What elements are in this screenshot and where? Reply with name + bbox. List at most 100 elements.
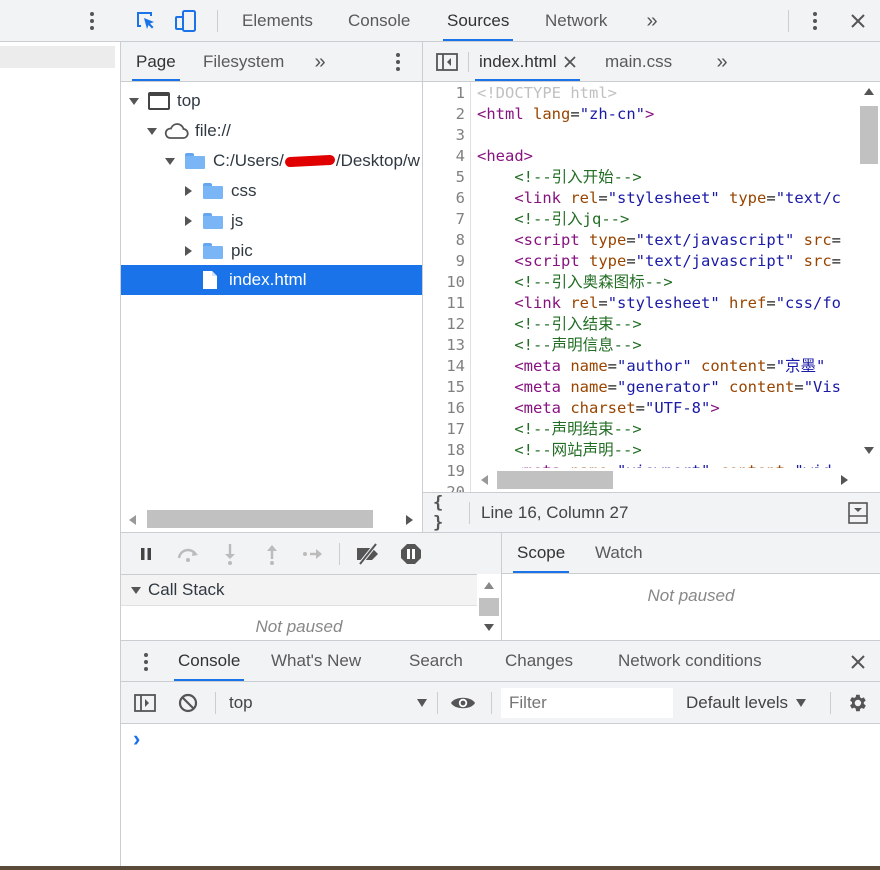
line-number[interactable]: 15 [423,377,465,398]
line-number[interactable]: 10 [423,272,465,293]
code-line[interactable]: <meta charset="UTF-8"> [477,398,719,419]
tree-item-folder[interactable]: pic [121,236,421,266]
clear-console-icon[interactable] [177,692,199,714]
step-out-icon[interactable] [261,542,283,566]
drawer-tab-console[interactable]: Console [173,641,245,681]
line-number[interactable]: 18 [423,440,465,461]
scroll-right-icon[interactable] [841,475,848,485]
line-number[interactable]: 12 [423,314,465,335]
line-number[interactable]: 11 [423,293,465,314]
line-number[interactable]: 5 [423,167,465,188]
pretty-print-icon[interactable]: { } [433,493,461,532]
scroll-down-icon[interactable] [484,624,494,631]
line-number[interactable]: 20 [423,482,465,492]
line-number[interactable]: 14 [423,356,465,377]
tab-console[interactable]: Console [348,0,410,41]
step-over-icon[interactable] [175,544,203,564]
code-line[interactable]: <!--网站声明--> [477,440,641,461]
deactivate-breakpoints-icon[interactable] [353,542,383,566]
line-number[interactable]: 6 [423,188,465,209]
close-tab-icon[interactable] [564,55,577,68]
code-line[interactable]: <!--引入结束--> [477,314,641,335]
more-tabs-icon[interactable]: » [711,51,733,73]
code-line[interactable]: <script type="text/javascript" src= [477,251,841,272]
toggle-navigator-icon[interactable] [435,51,459,73]
close-drawer-icon[interactable] [847,651,869,673]
code-line[interactable]: <!--引入奥森图标--> [477,272,672,293]
more-tabs-icon[interactable]: » [641,10,663,32]
drawer-menu-icon[interactable] [139,651,153,673]
scroll-up-icon[interactable] [864,88,874,95]
tab-sources[interactable]: Sources [442,0,514,41]
editor-tab-main-css[interactable]: main.css [605,42,672,81]
gear-icon[interactable] [845,691,869,715]
show-sidebar-icon[interactable] [133,692,157,714]
sidebar-vscrollbar[interactable] [477,574,501,640]
tree-item-top[interactable]: top [121,86,421,116]
scroll-left-icon[interactable] [481,475,488,485]
scroll-left-icon[interactable] [129,515,136,525]
editor-vscrollbar[interactable] [859,82,880,462]
code-line[interactable]: <!--声明信息--> [477,335,641,356]
tree-item-file-selected[interactable]: index.html [121,265,422,295]
scroll-right-icon[interactable] [406,515,413,525]
drawer-tab-whats-new[interactable]: What's New [271,641,361,681]
code-line[interactable]: <!DOCTYPE html> [477,83,617,104]
scroll-thumb[interactable] [497,471,613,489]
drawer-tab-changes[interactable]: Changes [505,641,573,681]
filter-input[interactable] [501,688,673,718]
log-levels-dropdown[interactable]: Default levels [686,690,816,716]
toggle-debugger-icon[interactable] [847,502,869,524]
tree-item-folder[interactable]: js [121,206,421,236]
code-line[interactable]: <!--声明结束--> [477,419,641,440]
line-number[interactable]: 19 [423,461,465,482]
call-stack-header[interactable]: Call Stack [121,574,477,606]
pause-on-exceptions-icon[interactable] [399,542,423,566]
customize-menu-icon[interactable] [807,10,823,32]
scroll-thumb[interactable] [147,510,373,528]
code-line[interactable]: <!--引入jq--> [477,209,629,230]
scroll-down-icon[interactable] [864,447,874,454]
line-number[interactable]: 7 [423,209,465,230]
line-number[interactable]: 2 [423,104,465,125]
line-number[interactable]: 17 [423,419,465,440]
line-number[interactable]: 1 [423,83,465,104]
code-line[interactable]: <meta name="generator" content="Vis [477,377,841,398]
navigator-hscrollbar[interactable] [121,506,422,532]
scroll-thumb[interactable] [860,106,878,164]
line-number[interactable]: 4 [423,146,465,167]
scroll-thumb[interactable] [479,598,499,616]
code-line[interactable]: <link rel="stylesheet" href="css/fo [477,293,841,314]
line-number[interactable]: 8 [423,230,465,251]
pause-icon[interactable] [135,544,157,564]
code-area[interactable]: 1 2 3 4 5 6 7 8 9 10 11 12 13 14 15 16 17 18 19 20 <!DOCTYP… [423,82,859,492]
code-line[interactable]: <head> [477,146,533,167]
tab-watch[interactable]: Watch [595,533,643,573]
line-number[interactable]: 16 [423,398,465,419]
tree-item-path[interactable]: C:/Users/ /Desktop/w [121,146,421,176]
tab-page[interactable]: Page [132,42,180,81]
device-toolbar-icon[interactable] [173,8,199,34]
kebab-menu-icon[interactable] [84,10,100,32]
drawer-tab-network-conditions[interactable]: Network conditions [618,641,762,681]
code-line[interactable]: <link rel="stylesheet" type="text/c [477,188,841,209]
inspect-element-icon[interactable] [133,8,159,34]
line-number[interactable]: 9 [423,251,465,272]
line-number[interactable]: 13 [423,335,465,356]
navigator-menu-icon[interactable] [390,51,406,73]
tab-elements[interactable]: Elements [242,0,313,41]
code-line[interactable]: <html lang="zh-cn"> [477,104,654,125]
tab-scope[interactable]: Scope [512,533,570,573]
console-body[interactable]: › [121,724,880,868]
step-into-icon[interactable] [219,542,241,566]
eye-icon[interactable] [449,692,477,714]
editor-hscrollbar[interactable] [471,468,859,492]
editor-tab-index-html[interactable]: index.html [474,42,581,81]
line-number[interactable]: 3 [423,125,465,146]
close-icon[interactable] [847,10,869,32]
code-line[interactable]: <meta name="author" content="京墨" [477,356,825,377]
code-line[interactable]: <script type="text/javascript" src= [477,230,841,251]
context-selector[interactable]: top [223,690,429,716]
code-line[interactable]: <!--引入开始--> [477,167,641,188]
tab-filesystem[interactable]: Filesystem [203,42,284,81]
